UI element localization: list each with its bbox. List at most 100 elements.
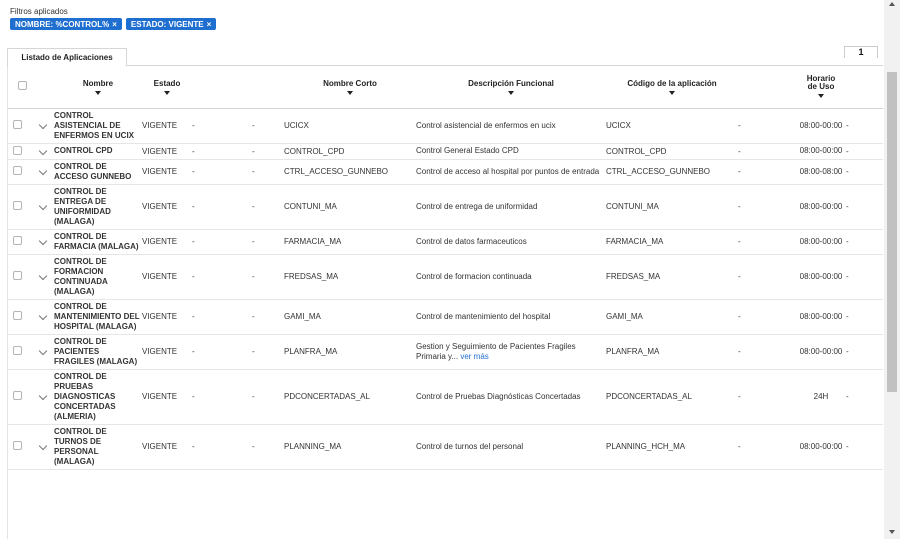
row-nombre: CONTROL CPD — [54, 143, 142, 160]
table-row[interactable]: CONTROL DE ENTREGA DE UNIFORMIDAD (MALAG… — [8, 184, 883, 230]
row-checkbox[interactable] — [13, 391, 22, 400]
row-nombre-corto: GAMI_MA — [284, 299, 416, 335]
row-nombre: CONTROL DE FORMACION CONTINUADA (MALAGA) — [54, 254, 142, 300]
row-checkbox[interactable] — [13, 201, 22, 210]
page-number[interactable]: 1 — [844, 46, 878, 58]
row-codigo: FARMACIA_MA — [606, 229, 738, 255]
chevron-down-icon[interactable] — [38, 120, 48, 130]
chevron-down-icon[interactable] — [38, 271, 48, 281]
row-checkbox[interactable] — [13, 236, 22, 245]
table-row[interactable]: CONTROL DE TURNOS DE PERSONAL (MALAGA) V… — [8, 424, 883, 470]
chevron-down-icon[interactable] — [38, 346, 48, 356]
row-col-dash: - — [738, 159, 796, 185]
chevron-down-icon[interactable] — [38, 311, 48, 321]
table-row[interactable]: CONTROL CPD VIGENTE - - CONTROL_CPD Cont… — [8, 143, 883, 160]
chevron-down-icon[interactable] — [38, 236, 48, 246]
col-header-estado[interactable]: Estado — [142, 66, 192, 109]
tab-listado-aplicaciones[interactable]: Listado de Aplicaciones — [7, 48, 127, 66]
sort-down-icon[interactable] — [95, 90, 101, 95]
row-descripcion: Control de datos farmaceuticos — [416, 229, 606, 255]
row-col-dash: - — [192, 184, 252, 230]
row-col-dash: - — [738, 424, 796, 470]
row-estado: VIGENTE — [142, 159, 192, 185]
row-nombre-corto: CONTUNI_MA — [284, 184, 416, 230]
row-col-dash: - — [192, 254, 252, 300]
filter-chips: NOMBRE: %CONTROL% × ESTADO: VIGENTE × — [10, 18, 217, 30]
chevron-down-icon[interactable] — [38, 441, 48, 451]
row-horario: 08:00-08:00 — [796, 159, 846, 185]
filter-chip-nombre[interactable]: NOMBRE: %CONTROL% × — [10, 18, 122, 30]
row-checkbox[interactable] — [13, 346, 22, 355]
row-nombre-corto: PLANFRA_MA — [284, 334, 416, 370]
row-codigo: CONTROL_CPD — [606, 143, 738, 160]
sort-down-icon[interactable] — [669, 90, 675, 95]
applied-filters: Filtros aplicados NOMBRE: %CONTROL% × ES… — [10, 7, 217, 30]
row-codigo: FREDSAS_MA — [606, 254, 738, 300]
row-codigo: PLANFRA_MA — [606, 334, 738, 370]
sort-down-icon[interactable] — [164, 90, 170, 95]
row-horario: 08:00-00:00 — [796, 334, 846, 370]
row-checkbox[interactable] — [13, 441, 22, 450]
sort-down-icon[interactable] — [818, 94, 824, 99]
table-row[interactable]: CONTROL DE PRUEBAS DIAGNOSTICAS CONCERTA… — [8, 369, 883, 425]
row-horario: 08:00-00:00 — [796, 254, 846, 300]
chevron-down-icon[interactable] — [38, 391, 48, 401]
row-nombre: CONTROL DE ACCESO GUNNEBO — [54, 159, 142, 185]
scroll-down-icon[interactable] — [889, 530, 895, 534]
scroll-up-icon[interactable] — [889, 2, 895, 6]
row-nombre: CONTROL DE ENTREGA DE UNIFORMIDAD (MALAG… — [54, 184, 142, 230]
table-row[interactable]: CONTROL ASISTENCIAL DE ENFERMOS EN UCIX … — [8, 108, 883, 144]
row-codigo: CONTUNI_MA — [606, 184, 738, 230]
row-estado: VIGENTE — [142, 143, 192, 160]
row-estado: VIGENTE — [142, 334, 192, 370]
row-col-dash: - — [738, 334, 796, 370]
row-checkbox[interactable] — [13, 166, 22, 175]
sort-down-icon[interactable] — [347, 90, 353, 95]
filter-chip-estado[interactable]: ESTADO: VIGENTE × — [125, 18, 217, 30]
col-header-codigo[interactable]: Código de la aplicación — [606, 66, 738, 109]
row-col-dash: - — [192, 334, 252, 370]
filter-chip-text: ESTADO: VIGENTE — [130, 19, 204, 29]
row-horario: 08:00-00:00 — [796, 108, 846, 144]
scroll-thumb[interactable] — [887, 72, 897, 392]
chevron-down-icon[interactable] — [38, 166, 48, 176]
row-nombre: CONTROL DE FARMACIA (MALAGA) — [54, 229, 142, 255]
col-header-nombre[interactable]: Nombre — [54, 66, 142, 109]
row-col-dash: - — [846, 229, 883, 255]
row-col-dash: - — [846, 369, 883, 425]
table-row[interactable]: CONTROL DE PACIENTES FRAGILES (MALAGA) V… — [8, 334, 883, 370]
col-header-horario[interactable]: Horario de Uso — [796, 66, 846, 109]
filter-chip-text: NOMBRE: %CONTROL% — [15, 19, 110, 29]
sort-down-icon[interactable] — [508, 90, 514, 95]
row-descripcion: Control asistencial de enfermos en ucix — [416, 108, 606, 144]
row-checkbox[interactable] — [13, 311, 22, 320]
row-estado: VIGENTE — [142, 424, 192, 470]
row-col-dash: - — [192, 143, 252, 160]
row-nombre-corto: PDCONCERTADAS_AL — [284, 369, 416, 425]
row-col-dash: - — [738, 369, 796, 425]
applications-table: Nombre Estado Nombre Corto Descripción F… — [8, 66, 883, 470]
table-row[interactable]: CONTROL DE FARMACIA (MALAGA) VIGENTE - -… — [8, 229, 883, 255]
row-checkbox[interactable] — [13, 271, 22, 280]
table-row[interactable]: CONTROL DE MANTENIMIENTO DEL HOSPITAL (M… — [8, 299, 883, 335]
table-row[interactable]: CONTROL DE ACCESO GUNNEBO VIGENTE - - CT… — [8, 159, 883, 185]
col-header-descripcion[interactable]: Descripción Funcional — [416, 66, 606, 109]
vertical-scrollbar[interactable] — [884, 0, 900, 539]
select-all-checkbox[interactable] — [18, 81, 27, 91]
row-col-dash: - — [738, 108, 796, 144]
row-nombre-corto: PLANNING_MA — [284, 424, 416, 470]
row-descripcion: Control de Pruebas Diagnósticas Concerta… — [416, 369, 606, 425]
row-codigo: PLANNING_HCH_MA — [606, 424, 738, 470]
row-col-dash: - — [738, 299, 796, 335]
row-checkbox[interactable] — [13, 120, 22, 129]
col-header-nombre-corto[interactable]: Nombre Corto — [284, 66, 416, 109]
row-checkbox[interactable] — [13, 145, 22, 155]
close-icon[interactable]: × — [112, 20, 117, 29]
row-codigo: UCICX — [606, 108, 738, 144]
chevron-down-icon[interactable] — [38, 146, 48, 155]
ver-mas-link[interactable]: ver más — [460, 352, 488, 361]
chevron-down-icon[interactable] — [38, 201, 48, 211]
row-descripcion: Control General Estado CPD — [416, 143, 606, 160]
table-row[interactable]: CONTROL DE FORMACION CONTINUADA (MALAGA)… — [8, 254, 883, 300]
close-icon[interactable]: × — [207, 20, 212, 29]
